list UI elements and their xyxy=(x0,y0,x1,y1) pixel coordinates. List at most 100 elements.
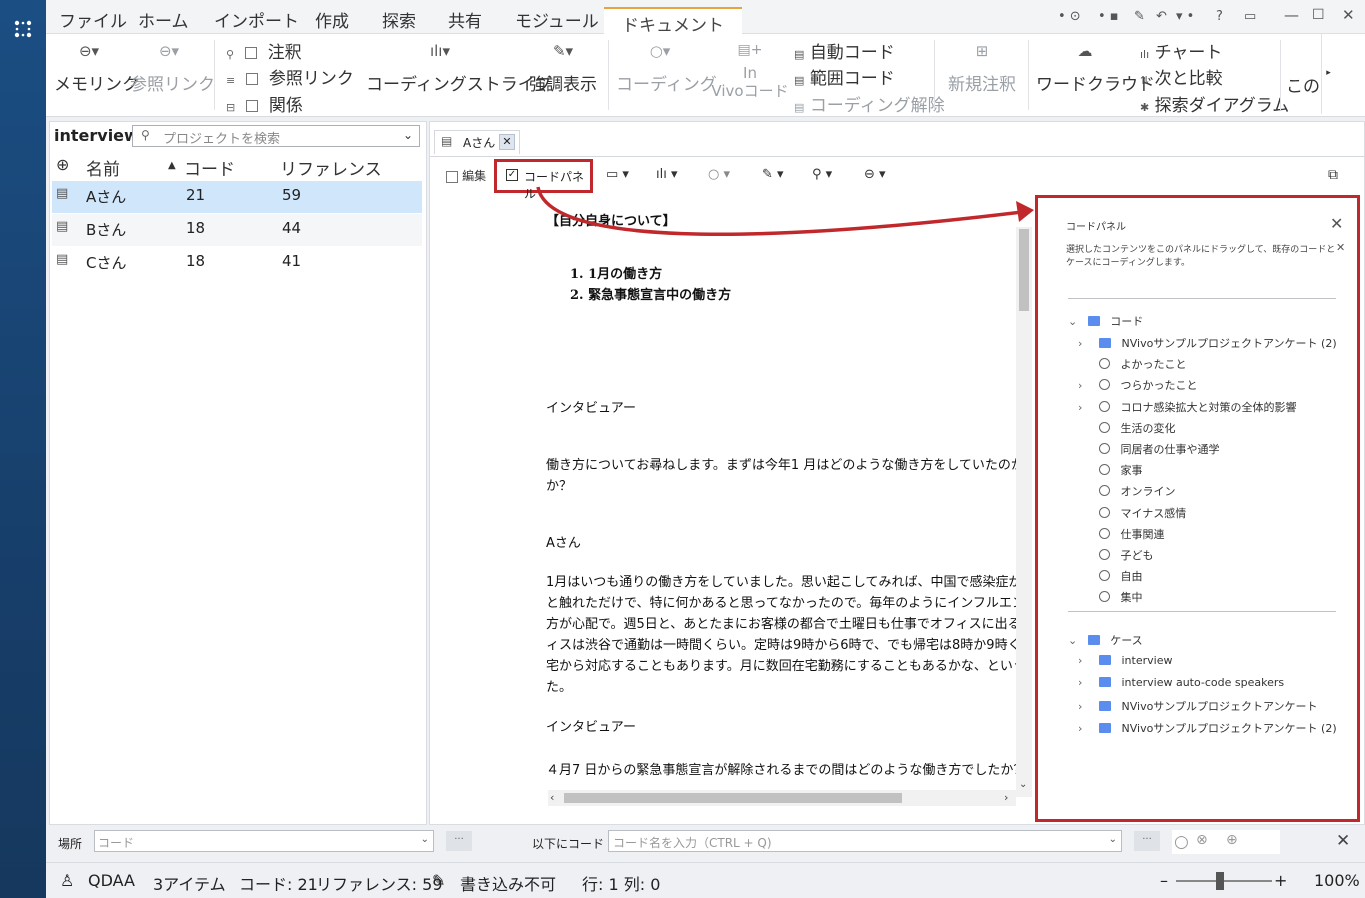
edit-icon[interactable]: ✎ xyxy=(1134,9,1145,24)
tree-code-item[interactable]: 自由 xyxy=(1078,568,1143,584)
save-icon[interactable]: • ▪ xyxy=(1098,9,1119,24)
location-input[interactable]: コード ⌄ xyxy=(94,830,434,852)
table-row[interactable]: ▤ Aさん 21 59 xyxy=(52,181,422,213)
chevron-right-icon[interactable]: › xyxy=(1078,401,1092,414)
tree-cases-root[interactable]: ⌄ ケース xyxy=(1068,632,1143,648)
new-annotation-button[interactable]: ⊞ 新規注釈 xyxy=(942,42,1022,95)
tree-code-item[interactable]: › つらかったこと xyxy=(1078,377,1198,393)
comment-icon[interactable]: ▭ xyxy=(1244,9,1256,24)
tab-explore[interactable]: 探索 xyxy=(382,7,416,32)
wordcloud-button[interactable]: ☁ ワードクラウド xyxy=(1036,42,1155,95)
stripe-dropdown[interactable]: ılı ▾ xyxy=(656,167,678,182)
tree-code-item[interactable]: 仕事関連 xyxy=(1078,526,1165,542)
add-column-icon[interactable]: ⊕ xyxy=(56,155,69,174)
vertical-scrollbar[interactable]: ⌄ xyxy=(1016,227,1032,797)
rangecode-button[interactable]: ▤ 範囲コード xyxy=(794,64,895,89)
relation-checkbox[interactable] xyxy=(246,100,259,112)
relation-toggle[interactable]: ⊟ 関係 xyxy=(226,91,303,116)
see-also-checkbox[interactable] xyxy=(246,73,259,85)
project-search-input[interactable]: ⚲ プロジェクトを検索 ⌄ xyxy=(132,125,420,147)
memolink-button[interactable]: ⊖▾ メモリンク xyxy=(54,42,139,95)
browse-location-button[interactable]: ··· xyxy=(446,831,472,851)
highlight-button[interactable]: ✎▾ 強調表示 xyxy=(524,42,602,95)
question-icon[interactable]: ? xyxy=(1216,9,1223,24)
zoom-slider-thumb[interactable] xyxy=(1216,872,1224,890)
close-coding-bar-icon[interactable]: ✕ xyxy=(1336,831,1350,851)
close-icon[interactable]: ✕ xyxy=(1330,214,1343,233)
scroll-right-icon[interactable]: › xyxy=(1004,791,1008,804)
more-button[interactable]: この xyxy=(1286,72,1320,97)
tree-code-item[interactable]: マイナス感情 xyxy=(1078,505,1186,521)
coding-stripe-button[interactable]: ılı▾ コーディングストライプ xyxy=(366,42,552,95)
tree-code-item[interactable]: よかったこと xyxy=(1078,356,1187,372)
tab-module[interactable]: モジュール xyxy=(515,7,599,32)
scroll-left-icon[interactable]: ‹ xyxy=(550,791,554,804)
tree-code-item[interactable]: 家事 xyxy=(1078,462,1143,478)
reflink-button[interactable]: ⊖▾ 参照リンク xyxy=(130,42,215,95)
zoom-slider[interactable] xyxy=(1176,872,1272,890)
tab-document[interactable]: ドキュメント xyxy=(604,7,742,36)
tree-code-item[interactable]: 同居者の仕事や通学 xyxy=(1078,441,1220,457)
tree-case-item[interactable]: › interview auto-code speakers xyxy=(1078,676,1284,689)
chevron-right-icon[interactable]: › xyxy=(1078,676,1092,689)
autocode-button[interactable]: ▤ 自動コード xyxy=(794,38,895,63)
chevron-right-icon[interactable]: › xyxy=(1078,379,1092,392)
column-header-name[interactable]: 名前 xyxy=(86,155,120,180)
explore-diagram-button[interactable]: ✱ 探索ダイアグラム xyxy=(1140,91,1289,116)
tree-code-item[interactable]: オンライン xyxy=(1078,483,1176,499)
document-tab[interactable]: ▤ Aさん ✕ xyxy=(434,130,520,154)
tree-code-item[interactable]: 集中 xyxy=(1078,589,1143,605)
scroll-down-icon[interactable]: ⌄ xyxy=(1019,779,1027,790)
code-new-icon[interactable]: ⊕ xyxy=(1226,832,1238,848)
code-name-input[interactable]: コード名を入力（CTRL + Q) ⌄ xyxy=(608,830,1122,852)
chevron-right-icon[interactable]: › xyxy=(1078,722,1092,735)
chevron-right-icon[interactable]: › xyxy=(1078,700,1092,713)
see-also-toggle[interactable]: ≡ 参照リンク xyxy=(226,64,354,89)
tab-home[interactable]: ホーム xyxy=(138,7,189,32)
annotation-dropdown[interactable]: ▭ ▾ xyxy=(606,167,629,182)
tree-code-item[interactable]: 子ども xyxy=(1078,547,1154,563)
tab-create[interactable]: 作成 xyxy=(315,7,349,32)
table-row[interactable]: ▤ Cさん 18 41 xyxy=(52,247,422,279)
compare-button[interactable]: ⇅ 次と比較 xyxy=(1140,64,1223,89)
highlight-dropdown[interactable]: ✎ ▾ xyxy=(762,167,784,182)
zoom-in-button[interactable]: + xyxy=(1274,871,1287,890)
horizontal-scrollbar[interactable]: ‹ › xyxy=(548,790,1016,806)
column-header-code[interactable]: コード xyxy=(184,155,235,180)
dismiss-icon[interactable]: ✕ xyxy=(1336,241,1345,254)
annotation-toggle[interactable]: ⚲ 注釈 xyxy=(226,38,302,63)
tree-codes-root[interactable]: ⌄ コード xyxy=(1068,313,1143,329)
maximize-icon[interactable]: ☐ xyxy=(1312,7,1325,23)
tree-case-item[interactable]: › NVivoサンプルプロジェクトアンケート (2) xyxy=(1078,720,1337,736)
edit-toggle[interactable]: 編集 xyxy=(446,167,486,184)
tab-import[interactable]: インポート xyxy=(214,7,299,32)
uncode-button[interactable]: ▤ コーディング解除 xyxy=(794,91,945,116)
invivo-button[interactable]: ▤+ In Vivoコード xyxy=(710,42,790,100)
tree-code-item[interactable]: 生活の変化 xyxy=(1078,420,1176,436)
coding-button[interactable]: ○▾ コーディング xyxy=(616,42,717,95)
code-circle-icon[interactable]: ○ xyxy=(1174,832,1189,852)
undock-icon[interactable]: ⧉ xyxy=(1328,167,1338,183)
tree-case-item[interactable]: › NVivoサンプルプロジェクトアンケート xyxy=(1078,698,1318,714)
uncode-icon[interactable]: ⊗ xyxy=(1196,832,1208,848)
ribbon-scroll-right-icon[interactable]: ▸ xyxy=(1321,34,1335,114)
chevron-down-icon[interactable]: ⌄ xyxy=(421,834,429,845)
help-icon[interactable]: • ⊙ xyxy=(1058,9,1081,24)
close-window-icon[interactable]: ✕ xyxy=(1342,6,1355,24)
edit-checkbox[interactable] xyxy=(446,170,458,183)
chevron-right-icon[interactable]: › xyxy=(1078,337,1092,350)
browse-code-button[interactable]: ··· xyxy=(1134,831,1160,851)
link-dropdown[interactable]: ⊖ ▾ xyxy=(864,167,886,182)
table-row[interactable]: ▤ Bさん 18 44 xyxy=(52,214,422,246)
tab-share[interactable]: 共有 xyxy=(448,7,482,32)
coding-dropdown[interactable]: ○ ▾ xyxy=(708,167,730,182)
minimize-icon[interactable]: — xyxy=(1284,6,1299,24)
scrollbar-thumb[interactable] xyxy=(564,793,902,803)
undo-icon[interactable]: ↶ xyxy=(1156,9,1167,24)
tab-file[interactable]: ファイル xyxy=(59,7,127,32)
zoom-out-button[interactable]: – xyxy=(1160,871,1168,890)
chevron-down-icon[interactable]: ⌄ xyxy=(403,128,413,142)
tree-code-item[interactable]: › コロナ感染拡大と対策の全体的影響 xyxy=(1078,399,1297,415)
document-body[interactable]: 【自分自身について】 1. 1月の働き方 2. 緊急事態宣言中の働き方 インタビ… xyxy=(546,206,1018,806)
chevron-right-icon[interactable]: › xyxy=(1078,654,1092,667)
